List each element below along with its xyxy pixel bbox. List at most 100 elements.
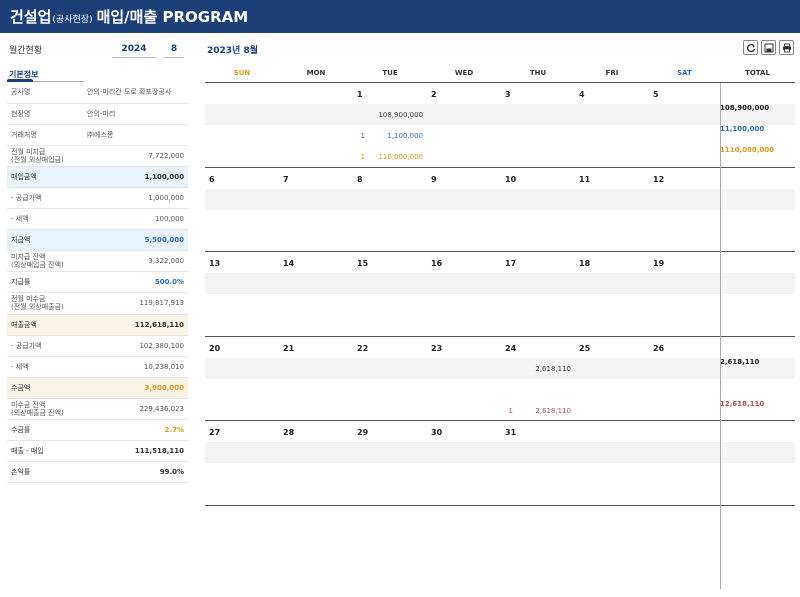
day-cell[interactable]: [649, 104, 720, 125]
day-cell[interactable]: 1 1,100,000: [353, 125, 427, 146]
day-cell[interactable]: [279, 484, 353, 505]
day-cell[interactable]: [501, 146, 575, 167]
day-cell[interactable]: [353, 400, 427, 421]
day-cell[interactable]: [575, 315, 649, 336]
day-cell[interactable]: [575, 146, 649, 167]
day-cell[interactable]: 19: [649, 252, 720, 273]
year-input[interactable]: 2024: [112, 41, 156, 58]
day-cell[interactable]: [501, 315, 575, 336]
day-cell[interactable]: 14: [279, 252, 353, 273]
day-cell[interactable]: [649, 231, 720, 252]
print-button[interactable]: [779, 40, 794, 55]
day-cell[interactable]: [205, 484, 279, 505]
day-cell[interactable]: [279, 189, 353, 210]
day-cell[interactable]: 25: [575, 337, 649, 358]
day-cell[interactable]: 8: [353, 168, 427, 189]
day-cell[interactable]: [649, 210, 720, 231]
day-cell[interactable]: [575, 273, 649, 294]
day-cell[interactable]: 2: [427, 83, 501, 104]
day-cell[interactable]: [575, 421, 649, 442]
day-cell[interactable]: [649, 442, 720, 463]
day-cell[interactable]: [575, 125, 649, 146]
day-cell[interactable]: [649, 189, 720, 210]
day-cell[interactable]: [205, 104, 279, 125]
day-cell[interactable]: 31: [501, 421, 575, 442]
day-cell[interactable]: 24: [501, 337, 575, 358]
day-cell[interactable]: [205, 189, 279, 210]
day-cell[interactable]: 15: [353, 252, 427, 273]
day-cell[interactable]: [501, 231, 575, 252]
day-cell[interactable]: 9: [427, 168, 501, 189]
day-cell[interactable]: [353, 294, 427, 315]
day-cell[interactable]: 28: [279, 421, 353, 442]
day-cell[interactable]: [353, 210, 427, 231]
day-cell[interactable]: 7: [279, 168, 353, 189]
day-cell[interactable]: [649, 315, 720, 336]
day-cell[interactable]: [353, 463, 427, 484]
day-cell[interactable]: [279, 83, 353, 104]
day-cell[interactable]: [649, 400, 720, 421]
day-cell[interactable]: [501, 463, 575, 484]
day-cell[interactable]: [279, 358, 353, 379]
day-cell[interactable]: [649, 379, 720, 400]
day-cell[interactable]: [501, 484, 575, 505]
day-cell[interactable]: [501, 442, 575, 463]
day-cell[interactable]: 29: [353, 421, 427, 442]
day-cell[interactable]: 22: [353, 337, 427, 358]
day-cell[interactable]: [575, 231, 649, 252]
day-cell[interactable]: [427, 379, 501, 400]
day-cell[interactable]: [649, 125, 720, 146]
day-cell[interactable]: 23: [427, 337, 501, 358]
day-cell[interactable]: [279, 315, 353, 336]
day-cell[interactable]: [649, 421, 720, 442]
day-cell[interactable]: 30: [427, 421, 501, 442]
day-cell[interactable]: [279, 463, 353, 484]
day-cell[interactable]: [205, 210, 279, 231]
day-cell[interactable]: [205, 315, 279, 336]
day-cell[interactable]: [649, 484, 720, 505]
day-cell[interactable]: [279, 125, 353, 146]
day-cell[interactable]: [205, 125, 279, 146]
day-cell[interactable]: [353, 358, 427, 379]
day-cell[interactable]: [427, 442, 501, 463]
day-cell[interactable]: [353, 442, 427, 463]
day-cell[interactable]: [279, 442, 353, 463]
day-cell[interactable]: 20: [205, 337, 279, 358]
day-cell[interactable]: [427, 210, 501, 231]
day-cell[interactable]: 27: [205, 421, 279, 442]
day-cell[interactable]: 11: [575, 168, 649, 189]
day-cell[interactable]: [575, 463, 649, 484]
day-cell[interactable]: [649, 273, 720, 294]
day-cell[interactable]: [353, 231, 427, 252]
day-cell[interactable]: [501, 273, 575, 294]
day-cell[interactable]: [575, 400, 649, 421]
day-cell[interactable]: [279, 400, 353, 421]
day-cell[interactable]: [205, 83, 279, 104]
day-cell[interactable]: [427, 358, 501, 379]
day-cell[interactable]: 1 110,000,000: [353, 146, 427, 167]
day-cell[interactable]: [575, 189, 649, 210]
day-cell[interactable]: [353, 315, 427, 336]
month-input[interactable]: 8: [164, 41, 184, 58]
day-cell[interactable]: [427, 104, 501, 125]
day-cell[interactable]: [575, 294, 649, 315]
day-cell[interactable]: 12: [649, 168, 720, 189]
day-cell[interactable]: 2,618,110: [501, 358, 575, 379]
day-cell[interactable]: [649, 358, 720, 379]
day-cell[interactable]: 1 2,618,110: [501, 400, 575, 421]
day-cell[interactable]: [279, 273, 353, 294]
day-cell[interactable]: 1: [353, 83, 427, 104]
day-cell[interactable]: [427, 189, 501, 210]
refresh-button[interactable]: [743, 40, 758, 55]
save-button[interactable]: [761, 40, 776, 55]
day-cell[interactable]: [205, 273, 279, 294]
day-cell[interactable]: [205, 400, 279, 421]
day-cell[interactable]: [501, 104, 575, 125]
day-cell[interactable]: 5: [649, 83, 720, 104]
day-cell[interactable]: [501, 125, 575, 146]
day-cell[interactable]: [353, 189, 427, 210]
day-cell[interactable]: [279, 146, 353, 167]
day-cell[interactable]: [427, 463, 501, 484]
day-cell[interactable]: 10: [501, 168, 575, 189]
day-cell[interactable]: [279, 231, 353, 252]
